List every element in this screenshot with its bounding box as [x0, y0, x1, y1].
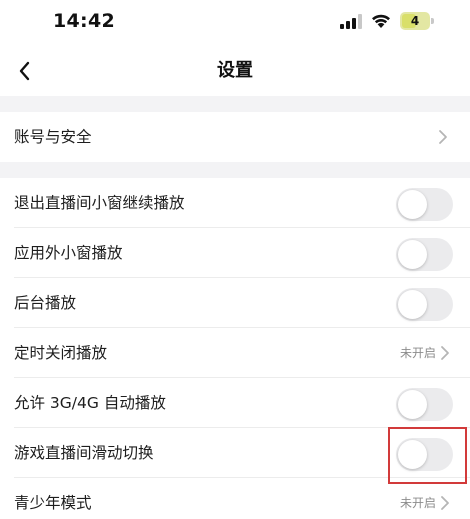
- background-play-toggle[interactable]: [396, 288, 453, 321]
- wifi-icon: [372, 14, 390, 28]
- teen-mode-row[interactable]: 青少年模式 未开启: [0, 478, 470, 519]
- back-button[interactable]: [8, 54, 40, 88]
- section-separator: [0, 96, 470, 112]
- exit-live-mini-window-row: 退出直播间小窗继续播放: [0, 178, 470, 228]
- toggle-knob: [398, 240, 427, 269]
- page-title: 设置: [217, 60, 253, 81]
- status-bar: 14:42 4: [0, 0, 470, 46]
- toggle-knob: [398, 390, 427, 419]
- battery-level: 4: [410, 14, 420, 28]
- row-label: 后台播放: [14, 294, 77, 312]
- nav-bar: 设置: [0, 46, 470, 96]
- timed-stop-row[interactable]: 定时关闭播放 未开启: [0, 328, 470, 378]
- highlight-box: [388, 427, 467, 484]
- chevron-right-icon: [441, 496, 449, 510]
- chevron-left-icon: [19, 61, 30, 81]
- row-label: 允许 3G/4G 自动播放: [14, 394, 166, 412]
- outside-app-mini-window-row: 应用外小窗播放: [0, 228, 470, 278]
- exit-live-mini-window-toggle[interactable]: [396, 188, 453, 221]
- background-play-row: 后台播放: [0, 278, 470, 328]
- mobile-data-autoplay-toggle[interactable]: [396, 388, 453, 421]
- status-time: 14:42: [53, 10, 115, 32]
- row-label: 应用外小窗播放: [14, 244, 123, 262]
- battery-icon: 4: [400, 12, 434, 30]
- row-label: 定时关闭播放: [14, 344, 108, 362]
- chevron-right-icon: [441, 346, 449, 360]
- outside-app-mini-window-toggle[interactable]: [396, 238, 453, 271]
- row-value: 未开启: [399, 346, 436, 360]
- row-label: 青少年模式: [14, 494, 92, 512]
- row-value: 未开启: [399, 496, 436, 510]
- row-label: 退出直播间小窗继续播放: [14, 194, 185, 212]
- signal-icon: [340, 14, 362, 29]
- chevron-right-icon: [439, 130, 447, 144]
- mobile-data-autoplay-row: 允许 3G/4G 自动播放: [0, 378, 470, 428]
- toggle-knob: [398, 290, 427, 319]
- section-separator: [0, 162, 470, 178]
- row-label: 账号与安全: [14, 128, 92, 146]
- toggle-knob: [398, 190, 427, 219]
- account-security-row[interactable]: 账号与安全: [0, 112, 470, 162]
- row-label: 游戏直播间滑动切换: [14, 444, 154, 462]
